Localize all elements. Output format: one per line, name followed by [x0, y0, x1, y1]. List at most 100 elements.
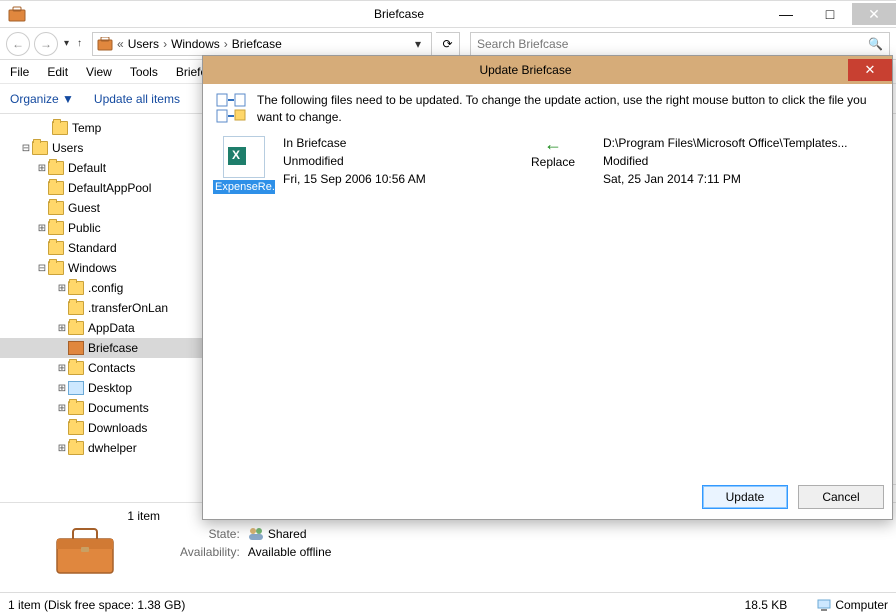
breadcrumb-item[interactable]: Users — [128, 37, 159, 51]
tree-item-label: Desktop — [88, 381, 132, 395]
menu-edit[interactable]: Edit — [47, 65, 68, 79]
cancel-button[interactable]: Cancel — [798, 485, 884, 509]
tree-item-documents[interactable]: ⊞ Documents — [0, 398, 204, 418]
expand-icon[interactable]: ⊟ — [20, 143, 32, 154]
menu-file[interactable]: File — [10, 65, 29, 79]
file-row[interactable]: ExpenseRe... In Briefcase Unmodified Fri… — [215, 134, 880, 194]
tree-item-label: Guest — [68, 201, 100, 215]
tree-item-guest[interactable]: Guest — [0, 198, 204, 218]
search-icon: 🔍 — [868, 37, 883, 51]
folder-icon — [48, 161, 64, 175]
breadcrumb-sep: › — [224, 37, 228, 51]
status-size: 18.5 KB — [745, 598, 788, 612]
folder-icon — [48, 221, 64, 235]
tree-item-dwhelper[interactable]: ⊞ dwhelper — [0, 438, 204, 458]
folder-icon — [68, 401, 84, 415]
status-location: Computer — [817, 598, 888, 612]
minimize-button[interactable]: — — [764, 3, 808, 25]
dialog-instruction: The following files need to be updated. … — [257, 92, 880, 126]
address-dropdown[interactable]: ▾ — [409, 37, 427, 51]
title-bar: Briefcase — □ ✕ — [0, 0, 896, 28]
expand-icon[interactable]: ⊞ — [36, 223, 48, 234]
right-path: D:\Program Files\Microsoft Office\Templa… — [603, 134, 880, 152]
tree-item-public[interactable]: ⊞Public — [0, 218, 204, 238]
tree-item-default[interactable]: ⊞Default — [0, 158, 204, 178]
dialog-title: Update Briefcase — [203, 63, 848, 77]
briefcase-icon — [68, 341, 84, 355]
breadcrumb-item[interactable]: Windows — [171, 37, 220, 51]
tree-item-desktop[interactable]: ⊞ Desktop — [0, 378, 204, 398]
tree-item--config[interactable]: ⊞ .config — [0, 278, 204, 298]
left-status2: Unmodified — [283, 152, 503, 170]
tree-item-standard[interactable]: Standard — [0, 238, 204, 258]
expand-icon[interactable]: ⊞ — [56, 363, 68, 374]
dialog-title-bar[interactable]: Update Briefcase ✕ — [203, 56, 892, 84]
organize-button[interactable]: Organize ▼ — [10, 92, 74, 106]
expand-icon[interactable]: ⊞ — [56, 283, 68, 294]
forward-button[interactable]: → — [34, 32, 58, 56]
tree-item-contacts[interactable]: ⊞Contacts — [0, 358, 204, 378]
dialog-close-button[interactable]: ✕ — [848, 59, 892, 81]
folder-icon — [48, 241, 64, 255]
tree-item-windows[interactable]: ⊟Windows — [0, 258, 204, 278]
tree-item-temp[interactable]: Temp — [0, 118, 204, 138]
state-label: State: — [180, 527, 240, 541]
folder-icon — [68, 301, 84, 315]
briefcase-icon — [97, 37, 113, 51]
folder-icon — [68, 321, 84, 335]
expand-icon[interactable]: ⊞ — [56, 443, 68, 454]
expand-icon[interactable]: ⊞ — [56, 403, 68, 414]
tree-item-label: DefaultAppPool — [68, 181, 151, 195]
file-name[interactable]: ExpenseRe... — [213, 180, 275, 194]
folder-tree[interactable]: Temp ⊟ Users ⊞Default DefaultAppPool Guest ⊞Pu… — [0, 114, 205, 502]
up-button[interactable]: ↑ — [75, 38, 84, 49]
right-date: Sat, 25 Jan 2014 7:11 PM — [603, 170, 880, 188]
tree-item-label: Users — [52, 141, 83, 155]
breadcrumb-item[interactable]: Briefcase — [232, 37, 282, 51]
tree-item-label: Documents — [88, 401, 149, 415]
folder-icon — [68, 421, 84, 435]
tree-item-appdata[interactable]: ⊞ AppData — [0, 318, 204, 338]
update-all-button[interactable]: Update all items — [94, 92, 180, 106]
tree-item-downloads[interactable]: Downloads — [0, 418, 204, 438]
tree-item-label: Downloads — [88, 421, 147, 435]
expand-icon[interactable]: ⊞ — [36, 163, 48, 174]
folder-icon — [48, 261, 64, 275]
close-button[interactable]: ✕ — [852, 3, 896, 25]
action-label: Replace — [513, 155, 593, 169]
search-input[interactable]: Search Briefcase 🔍 — [470, 32, 890, 56]
shared-icon — [248, 527, 264, 541]
back-button[interactable]: ← — [6, 32, 30, 56]
tree-item-label: AppData — [88, 321, 135, 335]
update-button[interactable]: Update — [702, 485, 788, 509]
app-icon — [6, 3, 28, 25]
tree-item-label: .config — [88, 281, 123, 295]
availability-value: Available offline — [248, 545, 332, 559]
expand-icon[interactable]: ⊟ — [36, 263, 48, 274]
tree-item-label: Briefcase — [88, 341, 138, 355]
tree-item-label: Standard — [68, 241, 117, 255]
state-value: Shared — [248, 527, 332, 541]
menu-view[interactable]: View — [86, 65, 112, 79]
search-placeholder: Search Briefcase — [477, 37, 568, 51]
tree-item--transferonlan[interactable]: .transferOnLan — [0, 298, 204, 318]
folder-icon — [68, 441, 84, 455]
menu-tools[interactable]: Tools — [130, 65, 158, 79]
refresh-button[interactable]: ⟳ — [436, 32, 460, 56]
tree-item-users[interactable]: ⊟ Users — [0, 138, 204, 158]
tree-item-defaultapppool[interactable]: DefaultAppPool — [0, 178, 204, 198]
folder-icon — [32, 141, 48, 155]
folder-icon — [68, 281, 84, 295]
tree-item-label: dwhelper — [88, 441, 137, 455]
folder-icon — [52, 121, 68, 135]
address-bar[interactable]: « Users › Windows › Briefcase ▾ — [92, 32, 432, 56]
folder-icon — [68, 361, 84, 375]
tree-item-briefcase[interactable]: Briefcase — [0, 338, 204, 358]
maximize-button[interactable]: □ — [808, 3, 852, 25]
breadcrumb-prefix: « — [117, 37, 124, 51]
expand-icon[interactable]: ⊞ — [56, 323, 68, 334]
window-title: Briefcase — [34, 7, 764, 21]
expand-icon[interactable]: ⊞ — [56, 383, 68, 394]
status-left: 1 item (Disk free space: 1.38 GB) — [8, 598, 185, 612]
history-dropdown[interactable]: ▾ — [62, 38, 71, 49]
